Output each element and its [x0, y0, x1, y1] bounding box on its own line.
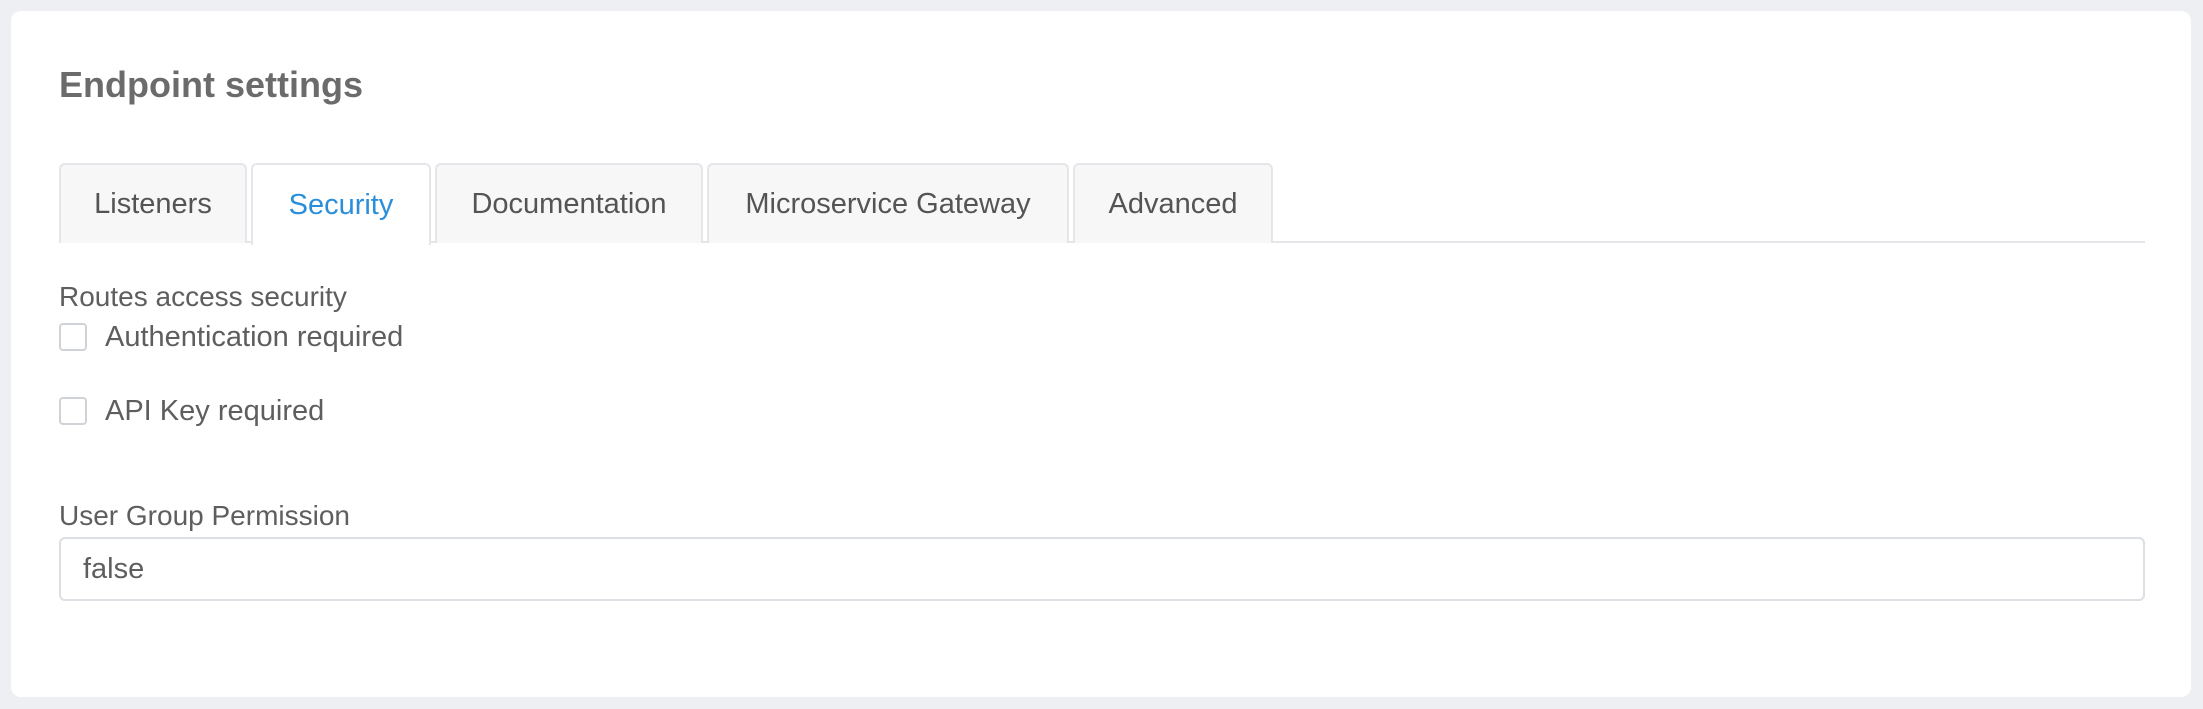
user-group-permission-input[interactable]	[59, 537, 2145, 601]
tab-bar: Listeners Security Documentation Microse…	[59, 153, 2145, 245]
page-title: Endpoint settings	[59, 64, 363, 105]
authentication-required-checkbox[interactable]	[59, 323, 87, 351]
authentication-required-option[interactable]: Authentication required	[59, 317, 403, 357]
authentication-required-label: Authentication required	[105, 321, 404, 353]
tab-documentation[interactable]: Documentation	[435, 163, 703, 243]
routes-access-security-label: Routes access security	[59, 281, 347, 312]
tab-listeners[interactable]: Listeners	[59, 163, 247, 243]
tab-advanced[interactable]: Advanced	[1073, 163, 1273, 243]
api-key-required-checkbox[interactable]	[59, 397, 87, 425]
api-key-required-option[interactable]: API Key required	[59, 391, 324, 431]
api-key-required-label: API Key required	[105, 395, 325, 427]
tab-security[interactable]: Security	[251, 163, 431, 245]
user-group-permission-label: User Group Permission	[59, 500, 350, 531]
tab-microservice-gateway[interactable]: Microservice Gateway	[707, 163, 1069, 243]
endpoint-settings-card: Endpoint settings Listeners Security Doc…	[11, 11, 2191, 697]
